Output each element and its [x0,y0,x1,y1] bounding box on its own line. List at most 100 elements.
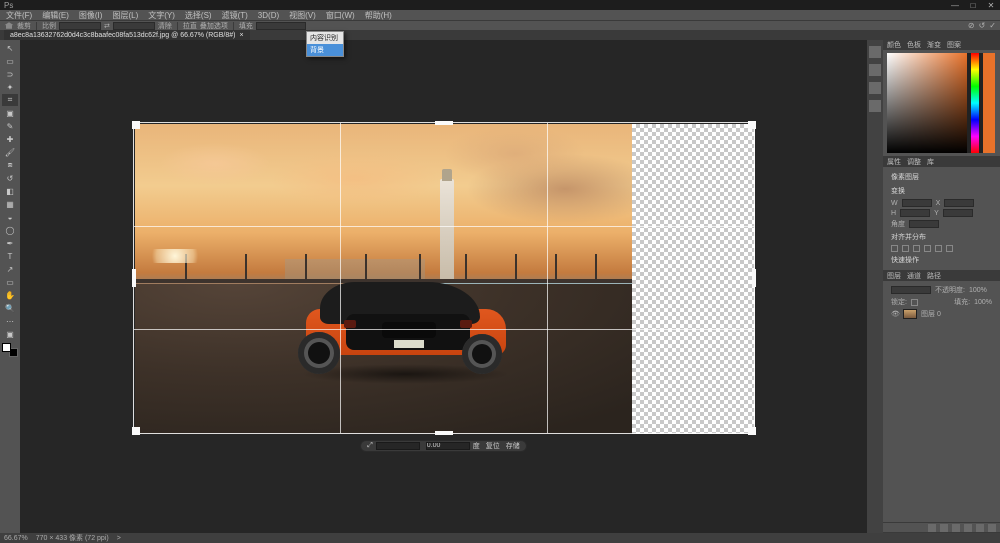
menu-layer[interactable]: 图层(L) [112,10,138,21]
layer-thumb[interactable] [903,309,917,319]
tab-adjust[interactable]: 调整 [907,157,921,167]
canvas[interactable]: ⤢ 度 复位 存储 [20,40,867,533]
group-icon[interactable] [964,524,972,532]
align-b[interactable] [946,245,953,252]
menu-file[interactable]: 文件(F) [6,10,32,21]
new-layer-icon[interactable] [976,524,984,532]
align-l[interactable] [891,245,898,252]
angle-input[interactable] [909,220,939,228]
screen-mode[interactable]: ▣ [2,328,18,340]
y-input[interactable] [943,209,973,217]
panel-icon-4[interactable] [869,100,881,112]
tab-paths[interactable]: 路径 [927,271,941,281]
swap-icon[interactable]: ⇄ [104,22,110,30]
gradient-tool[interactable]: ▦ [2,198,18,210]
crop-angle-input[interactable] [426,442,470,450]
blur-tool[interactable]: ◒ [2,211,18,223]
ratio-w-input[interactable] [59,22,101,30]
tab-libraries[interactable]: 库 [927,157,934,167]
menu-edit[interactable]: 编辑(E) [42,10,69,21]
align-r[interactable] [913,245,920,252]
menu-help[interactable]: 帮助(H) [365,10,392,21]
color-swatches[interactable] [2,343,18,357]
blend-mode[interactable] [891,286,931,294]
adjustment-icon[interactable] [952,524,960,532]
zoom-status[interactable]: 66.67% [4,535,28,542]
move-tool[interactable]: ↖ [2,42,18,54]
align-t[interactable] [924,245,931,252]
menu-window[interactable]: 窗口(W) [326,10,355,21]
tab-grad[interactable]: 渐变 [927,40,941,50]
menu-3d[interactable]: 3D(D) [258,11,279,20]
menu-select[interactable]: 选择(S) [185,10,212,21]
clear-button[interactable]: 清除 [158,21,172,31]
overlay-options[interactable]: 叠加选项 [200,21,228,31]
zoom-tool[interactable]: 🔍 [2,302,18,314]
chevron-right-icon[interactable]: > [117,535,121,542]
lock-icon[interactable] [911,299,918,306]
w-input[interactable] [902,199,932,207]
h-input[interactable] [900,209,930,217]
layer-name[interactable]: 图层 0 [921,309,992,319]
eyedropper-tool[interactable]: ✎ [2,120,18,132]
cancel-crop-icon[interactable]: ⊘ [968,21,975,30]
color-picker[interactable] [887,53,995,153]
menu-type[interactable]: 文字(Y) [148,10,175,21]
tab-pattern[interactable]: 图案 [947,40,961,50]
commit-crop-icon[interactable]: ✓ [989,21,996,30]
crop-reset-button[interactable]: 复位 [486,441,500,451]
menu-filter[interactable]: 滤镜(T) [222,10,248,21]
history-brush[interactable]: ↺ [2,172,18,184]
tab-color[interactable]: 颜色 [887,40,901,50]
reset-crop-icon[interactable]: ↺ [979,21,986,30]
more-tools[interactable]: ⋯ [2,315,18,327]
document-tab[interactable]: a8ec8a13632762d0d4c3c8baafec08fa513dc62f… [4,30,250,40]
tab-channels[interactable]: 通道 [907,271,921,281]
crop-size-input[interactable] [376,442,420,450]
brush-tool[interactable]: 🖌 [2,146,18,158]
layer-row[interactable]: 👁 图层 0 [887,308,996,320]
shape-tool[interactable]: ▭ [2,276,18,288]
tab-layers[interactable]: 图层 [887,271,901,281]
home-icon[interactable] [4,22,14,30]
eraser-tool[interactable]: ◧ [2,185,18,197]
menu-view[interactable]: 视图(V) [289,10,316,21]
panel-icon-1[interactable] [869,46,881,58]
fill-option-background[interactable]: 背景 [307,44,343,56]
fill-option-aware[interactable]: 内容识别 [307,32,343,44]
type-tool[interactable]: T [2,250,18,262]
align-c[interactable] [902,245,909,252]
trash-icon[interactable] [988,524,996,532]
pen-tool[interactable]: ✒ [2,237,18,249]
window-minimize[interactable]: — [950,1,960,10]
crop-tool[interactable]: ⌗ [2,94,18,106]
hand-tool[interactable]: ✋ [2,289,18,301]
align-m[interactable] [935,245,942,252]
dodge-tool[interactable]: ◯ [2,224,18,236]
panel-icon-3[interactable] [869,82,881,94]
tab-swatch[interactable]: 色板 [907,40,921,50]
healing-tool[interactable]: ✚ [2,133,18,145]
mask-icon[interactable] [940,524,948,532]
x-input[interactable] [944,199,974,207]
window-close[interactable]: ✕ [986,1,996,10]
fill-select[interactable] [256,22,306,30]
panel-icon-2[interactable] [869,64,881,76]
opacity-value[interactable]: 100% [969,287,987,294]
window-maximize[interactable]: □ [968,1,978,10]
marquee-tool[interactable]: ▭ [2,55,18,67]
path-tool[interactable]: ↗ [2,263,18,275]
ratio-h-input[interactable] [113,22,155,30]
fill-value[interactable]: 100% [974,299,992,306]
wand-tool[interactable]: ✦ [2,81,18,93]
stamp-tool[interactable]: ⧈ [2,159,18,171]
lasso-tool[interactable]: ⊃ [2,68,18,80]
close-tab-icon[interactable]: × [239,32,243,39]
eye-icon[interactable]: 👁 [891,310,899,318]
straighten-button[interactable]: 拉直 [183,21,197,31]
menu-image[interactable]: 图像(I) [79,10,103,21]
fx-icon[interactable] [928,524,936,532]
tab-properties[interactable]: 属性 [887,157,901,167]
frame-tool[interactable]: ▣ [2,107,18,119]
crop-save-button[interactable]: 存储 [506,441,520,451]
